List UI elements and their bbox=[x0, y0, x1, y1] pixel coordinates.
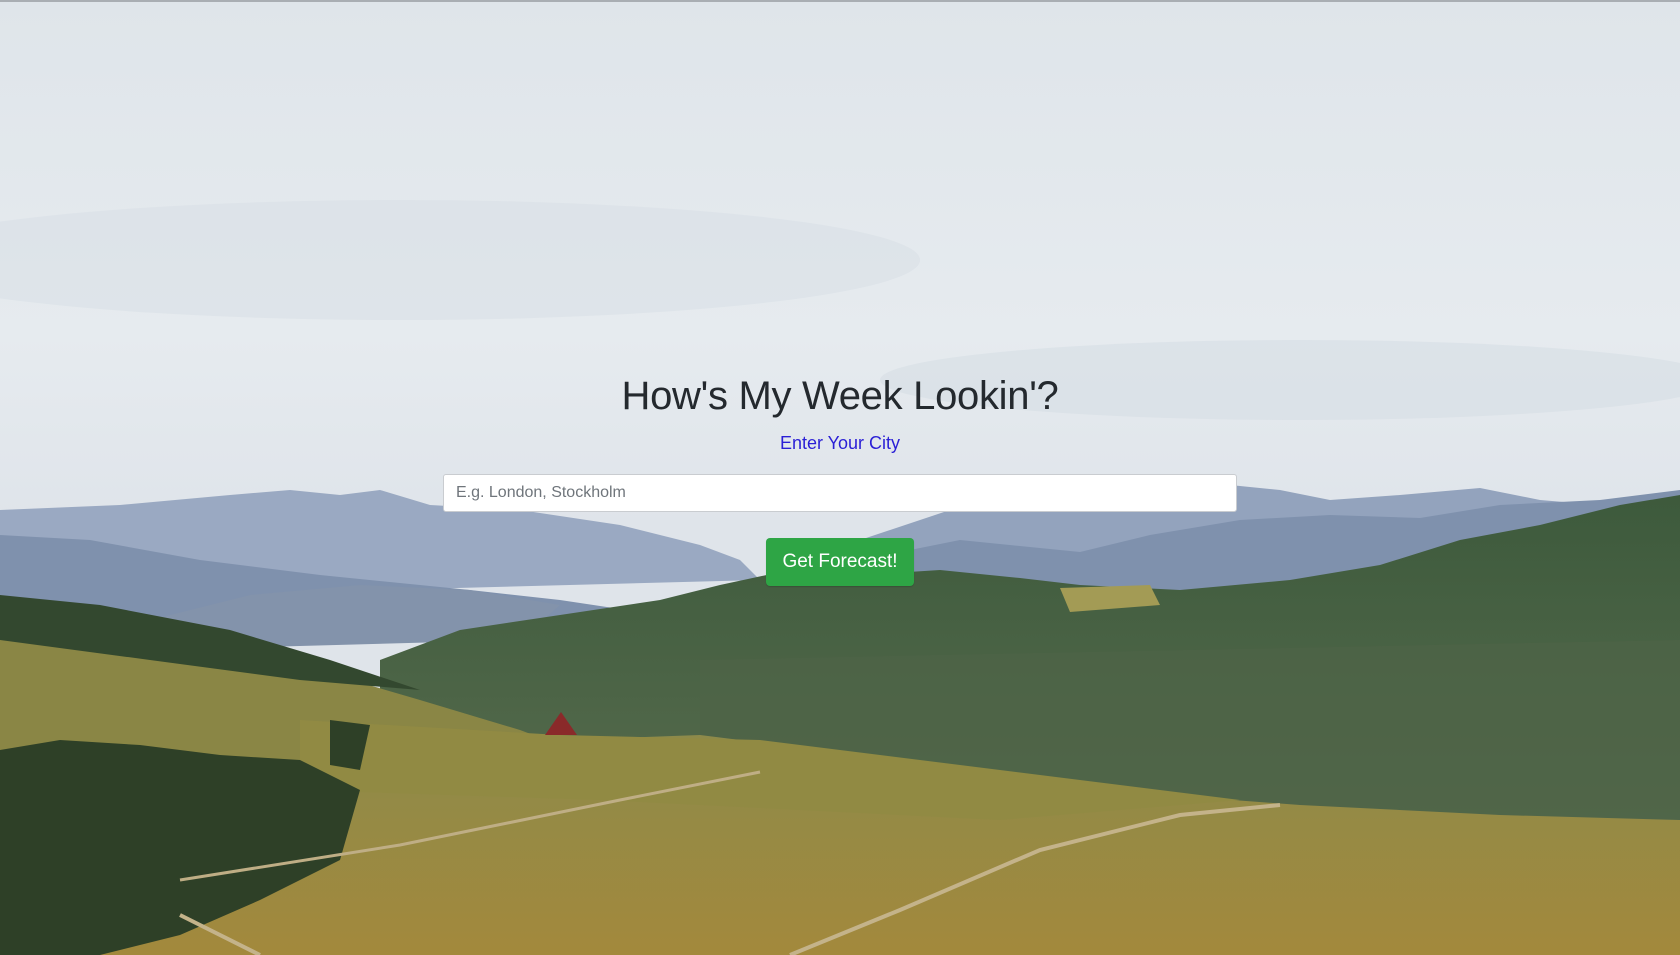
city-search-input[interactable] bbox=[443, 474, 1237, 512]
get-forecast-button[interactable]: Get Forecast! bbox=[766, 538, 914, 586]
city-prompt: Enter Your City bbox=[779, 433, 901, 453]
window-top-border bbox=[0, 0, 1680, 2]
page: How's My Week Lookin'? Enter Your City G… bbox=[0, 0, 1680, 955]
search-panel: How's My Week Lookin'? Enter Your City G… bbox=[0, 368, 1680, 586]
page-title: How's My Week Lookin'? bbox=[621, 374, 1059, 418]
